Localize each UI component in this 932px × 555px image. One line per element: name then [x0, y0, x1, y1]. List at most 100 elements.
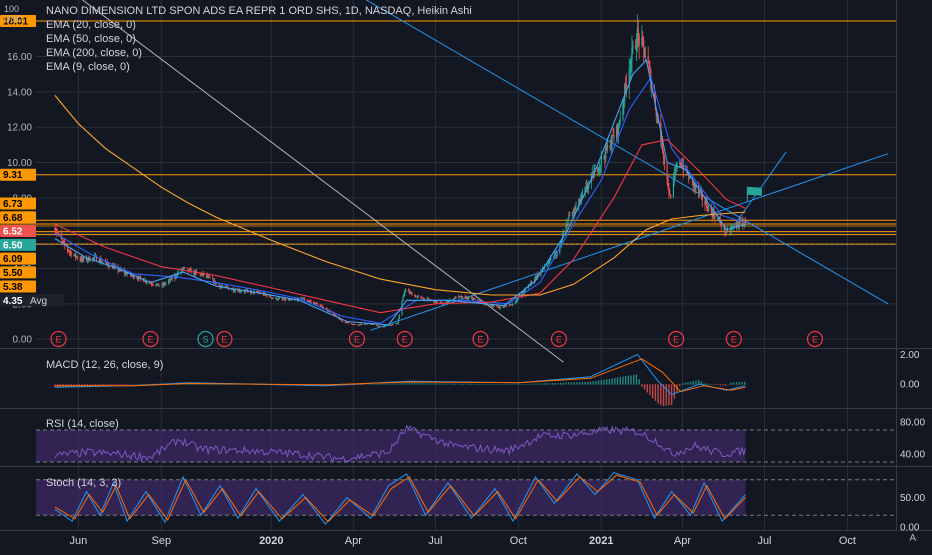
candle-body [83, 257, 85, 260]
candle-body [618, 122, 620, 124]
candle-body [57, 232, 60, 234]
macd-histogram-bar [614, 377, 616, 385]
candle-body [607, 144, 609, 150]
legend-ema-20[interactable]: EMA (20, close, 0) [46, 18, 472, 32]
legend-ema-9[interactable]: EMA (9, close, 0) [46, 60, 472, 74]
macd-histogram-bar [135, 384, 137, 385]
macd-histogram-bar [730, 382, 732, 385]
macd-histogram-bar [111, 384, 113, 386]
candle-body [102, 261, 104, 263]
earnings-event-letter: E [354, 335, 360, 345]
macd-histogram-bar [725, 384, 727, 386]
candle-body [240, 291, 243, 293]
macd-y-tick: 2.00 [900, 350, 920, 361]
macd-histogram-bar [511, 384, 513, 385]
candle-body [158, 283, 160, 286]
legend-ema-50[interactable]: EMA (50, close, 0) [46, 32, 472, 46]
macd-histogram-bar [370, 384, 373, 385]
macd-histogram-bar [643, 384, 646, 390]
candle-body [623, 100, 625, 104]
macd-y-tick: 0.00 [900, 380, 920, 391]
macd-histogram-bar [597, 380, 600, 385]
candle-body [674, 171, 676, 175]
macd-histogram-bar [138, 384, 140, 385]
candle-body [403, 294, 405, 298]
macd-histogram-bar [743, 381, 746, 385]
macd-histogram-bar [551, 383, 554, 385]
candle-body [379, 326, 382, 328]
stoch-y-tick: 0.00 [900, 523, 920, 534]
macd-histogram-bar [570, 382, 573, 385]
price-label-text: 6.09 [3, 254, 23, 265]
macd-histogram-bar [627, 375, 630, 385]
candle-body [581, 193, 583, 195]
macd-histogram-bar [687, 382, 689, 385]
candle-body [167, 280, 170, 284]
macd-histogram-bar [719, 384, 722, 386]
candle-body [184, 267, 186, 269]
chart-svg[interactable]: 0.002.004.006.008.0010.0012.0014.0016.00… [0, 0, 932, 550]
macd-histogram-bar [527, 383, 529, 385]
chart-container[interactable]: 0.002.004.006.008.0010.0012.0014.0016.00… [0, 0, 932, 550]
macd-histogram-bar [462, 383, 465, 385]
candle-body [75, 253, 77, 258]
macd-label[interactable]: MACD (12, 26, close, 9) [46, 359, 163, 371]
macd-histogram-bar [438, 383, 440, 385]
y-tick-label: 10.00 [7, 158, 32, 169]
macd-histogram-bar [362, 384, 364, 385]
candle-body [392, 323, 394, 325]
candle-body [310, 301, 312, 303]
macd-histogram-bar [427, 383, 429, 385]
candle-body [266, 295, 268, 297]
macd-histogram-bar [716, 384, 719, 386]
macd-histogram-bar [422, 383, 424, 385]
candle-body [707, 207, 710, 212]
candle-body [638, 34, 640, 45]
macd-histogram-bar [557, 382, 559, 385]
rsi-y-tick: 80.00 [900, 418, 925, 429]
macd-histogram-bar [589, 381, 592, 385]
candle-body [118, 270, 120, 272]
macd-histogram-bar [649, 384, 651, 396]
macd-histogram-bar [714, 384, 716, 385]
candle-body [550, 258, 552, 260]
legend-ema-200[interactable]: EMA (200, close, 0) [46, 46, 472, 60]
macd-histogram-bar [384, 383, 386, 385]
rsi-label[interactable]: RSI (14, close) [46, 418, 119, 430]
candle-body [598, 165, 601, 171]
macd-histogram-bar [124, 384, 126, 385]
stoch-label[interactable]: Stoch (14, 3, 3) [46, 477, 121, 489]
candle-body [531, 281, 533, 283]
macd-histogram-bar [424, 383, 427, 385]
candle-body [272, 297, 274, 299]
macd-histogram-bar [630, 375, 632, 385]
candle-body [348, 322, 350, 324]
auto-scale-button[interactable]: A [909, 533, 916, 544]
macd-histogram-bar [646, 384, 648, 393]
macd-histogram-bar [692, 381, 694, 385]
macd-histogram-bar [432, 383, 435, 385]
earnings-event-letter: E [812, 335, 818, 345]
candle-body [669, 194, 671, 196]
split-event-letter: S [202, 335, 208, 345]
candle-body [60, 232, 62, 240]
macd-histogram-bar [386, 383, 389, 385]
price-label-text: 5.38 [3, 282, 23, 293]
macd-histogram-bar [703, 383, 705, 385]
macd-histogram-bar [660, 384, 662, 406]
macd-histogram-bar [454, 383, 456, 385]
candle-body [499, 306, 501, 309]
symbol-title[interactable]: NANO DIMENSION LTD SPON ADS EA REPR 1 OR… [46, 4, 472, 18]
macd-histogram-bar [381, 383, 383, 385]
macd-histogram-bar [727, 384, 730, 385]
candle-body [136, 277, 138, 279]
chart-background [0, 0, 932, 550]
macd-histogram-bar [519, 384, 521, 385]
candle-body [276, 297, 278, 300]
macd-histogram-bar [132, 384, 135, 385]
macd-histogram-bar [121, 384, 124, 386]
earnings-event-letter: E [402, 335, 408, 345]
candle-body [397, 319, 400, 324]
macd-histogram-bar [397, 383, 400, 385]
candle-body [428, 298, 430, 300]
